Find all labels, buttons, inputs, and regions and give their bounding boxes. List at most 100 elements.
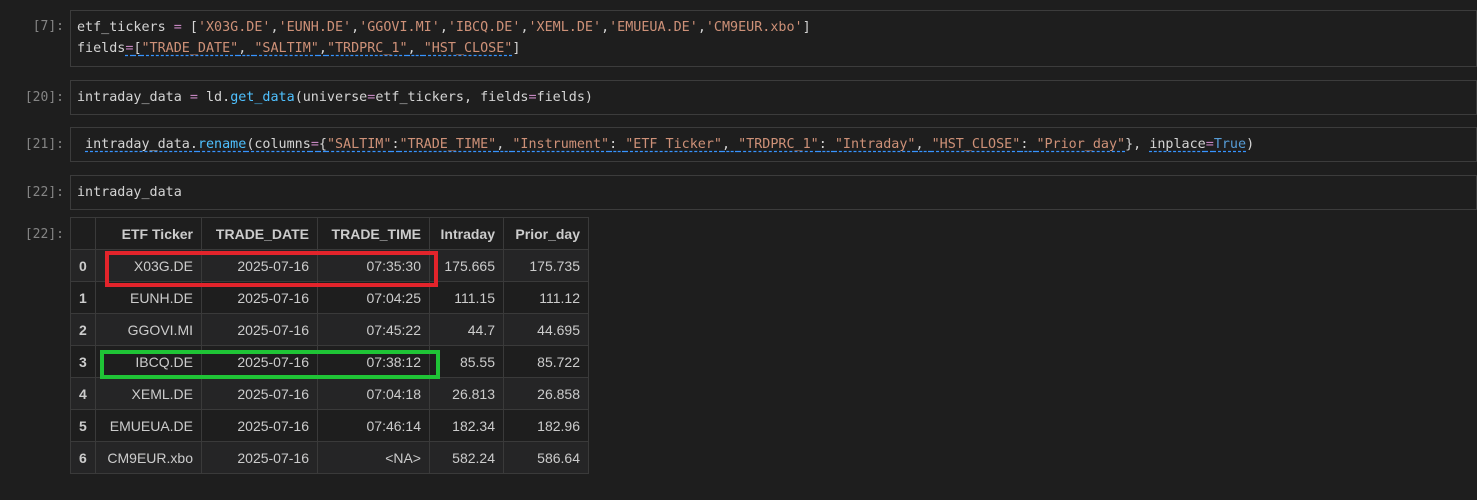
code-token: [ xyxy=(189,20,198,35)
table-cell: 182.96 xyxy=(503,409,589,442)
code-token: = xyxy=(165,20,190,35)
table-cell: 2025-07-16 xyxy=(201,409,318,442)
code-editor[interactable]: intraday_data.rename(columns={"SALTIM":"… xyxy=(70,127,1477,162)
code-token: ] xyxy=(512,41,521,56)
cell-prompt: [20]: xyxy=(24,90,64,105)
table-cell: 582.24 xyxy=(429,441,504,474)
code-token: [ xyxy=(133,41,142,56)
table-cell: 85.55 xyxy=(429,345,504,378)
table-cell: GGOVI.MI xyxy=(95,313,202,346)
code-line: fields=["TRADE_DATE", "SALTIM","TRDPRC_1… xyxy=(77,38,1470,59)
table-cell: 2025-07-16 xyxy=(201,377,318,410)
row-index: 0 xyxy=(70,249,96,282)
code-token: 'EUNH.DE' xyxy=(278,20,352,35)
code-token: ] xyxy=(802,20,811,35)
column-header: Intraday xyxy=(429,217,504,250)
code-token: "HST_CLOSE" xyxy=(423,41,513,56)
table-row: 6 CM9EUR.xbo 2025-07-16 <NA> 582.24 586.64 xyxy=(70,441,589,474)
code-token: , xyxy=(439,20,448,35)
code-token: "TRADE_DATE" xyxy=(141,41,239,56)
code-editor[interactable]: intraday_data xyxy=(70,175,1477,210)
code-token: "Instrument" xyxy=(512,137,610,152)
column-header: TRADE_TIME xyxy=(317,217,430,250)
row-index: 3 xyxy=(70,345,96,378)
column-header: ETF Ticker xyxy=(95,217,202,250)
table-cell: 44.7 xyxy=(429,313,504,346)
table-row: 1 EUNH.DE 2025-07-16 07:04:25 111.15 111.12 xyxy=(70,281,589,314)
code-editor[interactable]: etf_tickers = ['X03G.DE','EUNH.DE','GGOV… xyxy=(70,10,1477,67)
code-token: intraday_data. xyxy=(85,137,198,152)
code-token: = xyxy=(1205,137,1214,152)
code-token: intraday_data xyxy=(77,90,182,105)
code-token: "TRADE_TIME" xyxy=(399,137,497,152)
table-cell: 2025-07-16 xyxy=(201,313,318,346)
code-token: "HST_CLOSE" xyxy=(931,137,1021,152)
table-cell: 07:04:18 xyxy=(317,377,430,410)
code-token: etf_tickers xyxy=(77,20,166,35)
code-token: (universe xyxy=(294,90,368,105)
code-token: : xyxy=(818,137,835,152)
table-cell: <NA> xyxy=(317,441,430,474)
code-editor[interactable]: intraday_data = ld.get_data(universe=etf… xyxy=(70,80,1477,115)
table-cell: XEML.DE xyxy=(95,377,202,410)
code-token: 'XEML.DE' xyxy=(528,20,602,35)
code-token: get_data xyxy=(230,90,295,105)
code-token: 'IBCQ.DE' xyxy=(447,20,521,35)
table-row: 5 EMUEUA.DE 2025-07-16 07:46:14 182.34 182.96 xyxy=(70,409,589,442)
code-token: , xyxy=(915,137,932,152)
table-cell: X03G.DE xyxy=(95,249,202,282)
table-cell: EMUEUA.DE xyxy=(95,409,202,442)
table-cell: 182.34 xyxy=(429,409,504,442)
code-token: "ETF Ticker" xyxy=(625,137,722,152)
code-token: "Intraday" xyxy=(834,137,916,152)
table-row: 3 IBCQ.DE 2025-07-16 07:38:12 85.55 85.722 xyxy=(70,345,589,378)
column-header: TRADE_DATE xyxy=(201,217,318,250)
table-cell: 07:46:14 xyxy=(317,409,430,442)
index-header xyxy=(70,217,96,250)
table-cell: 26.813 xyxy=(429,377,504,410)
table-cell: 07:35:30 xyxy=(317,249,430,282)
code-token: True xyxy=(1213,137,1247,152)
dataframe-output: ETF Ticker TRADE_DATE TRADE_TIME Intrada… xyxy=(70,217,589,474)
table-row: 4 XEML.DE 2025-07-16 07:04:18 26.813 26.858 xyxy=(70,377,589,410)
table-cell: 175.665 xyxy=(429,249,504,282)
code-token: , xyxy=(520,20,529,35)
table-cell: 111.15 xyxy=(429,281,504,314)
code-token: "Prior_day" xyxy=(1036,137,1126,152)
code-token: , xyxy=(238,41,255,56)
table-cell: 2025-07-16 xyxy=(201,345,318,378)
code-token: fields xyxy=(77,41,126,56)
code-token: { xyxy=(318,137,327,152)
table-row: 0 X03G.DE 2025-07-16 07:35:30 175.665 175.735 xyxy=(70,249,589,282)
code-token: , xyxy=(722,137,739,152)
code-token: 'EMUEUA.DE' xyxy=(609,20,698,35)
row-index: 2 xyxy=(70,313,96,346)
table-cell: 2025-07-16 xyxy=(201,281,318,314)
code-line: intraday_data xyxy=(77,182,1470,203)
table-cell: 111.12 xyxy=(503,281,589,314)
cell-prompt: [7]: xyxy=(32,19,64,34)
cell-prompt: [21]: xyxy=(24,137,64,152)
table-cell: 44.695 xyxy=(503,313,589,346)
row-index: 6 xyxy=(70,441,96,474)
code-token: 'GGOVI.MI' xyxy=(359,20,440,35)
row-index: 1 xyxy=(70,281,96,314)
code-token: intraday_data xyxy=(77,185,182,200)
table-cell: 07:38:12 xyxy=(317,345,430,378)
code-token: ld. xyxy=(206,90,231,105)
code-token: "TRDPRC_1" xyxy=(326,41,408,56)
cell-prompt: [22]: xyxy=(24,185,64,200)
table-cell: 175.735 xyxy=(503,249,589,282)
code-token: 'X03G.DE' xyxy=(197,20,271,35)
code-token: , xyxy=(270,20,279,35)
code-token: , xyxy=(351,20,360,35)
code-token: "SALTIM" xyxy=(326,137,392,152)
code-token: , xyxy=(601,20,610,35)
code-token: rename xyxy=(197,137,247,152)
table-cell: 2025-07-16 xyxy=(201,249,318,282)
output-prompt: [22]: xyxy=(24,227,64,242)
table-cell: 07:04:25 xyxy=(317,281,430,314)
table-cell: CM9EUR.xbo xyxy=(95,441,202,474)
table-row: 2 GGOVI.MI 2025-07-16 07:45:22 44.7 44.695 xyxy=(70,313,589,346)
row-index: 5 xyxy=(70,409,96,442)
